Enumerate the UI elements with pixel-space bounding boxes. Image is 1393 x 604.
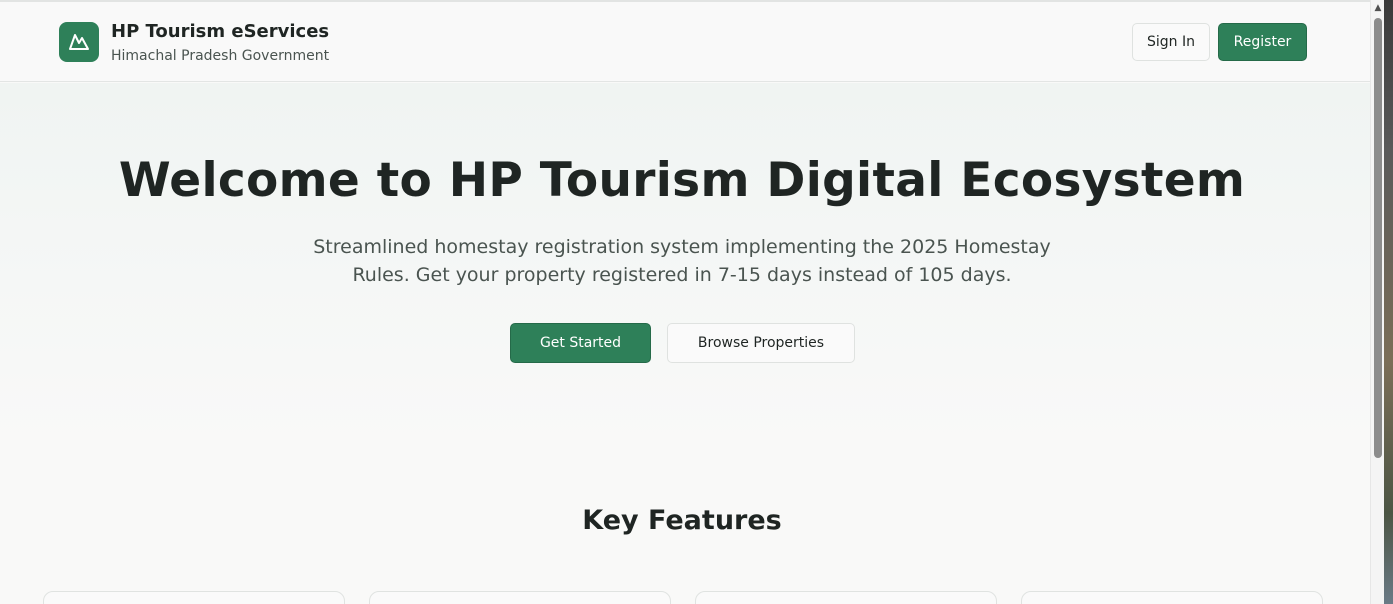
feature-card bbox=[1021, 591, 1323, 604]
background-window-strip bbox=[1384, 0, 1393, 604]
site-header: HP Tourism eServices Himachal Pradesh Go… bbox=[0, 2, 1370, 82]
register-button[interactable]: Register bbox=[1218, 23, 1307, 61]
page-viewport: HP Tourism eServices Himachal Pradesh Go… bbox=[0, 0, 1370, 604]
get-started-button[interactable]: Get Started bbox=[510, 323, 651, 363]
browse-properties-button[interactable]: Browse Properties bbox=[667, 323, 855, 363]
scroll-up-arrow-icon[interactable]: ▲ bbox=[1373, 3, 1383, 13]
hero-title: Welcome to HP Tourism Digital Ecosystem bbox=[118, 153, 1246, 208]
site-subtitle: Himachal Pradesh Government bbox=[111, 48, 330, 64]
feature-card bbox=[43, 591, 345, 604]
site-title: HP Tourism eServices bbox=[111, 21, 330, 42]
hero-description: Streamlined homestay registration system… bbox=[313, 236, 1051, 286]
sign-in-button[interactable]: Sign In bbox=[1132, 23, 1210, 61]
vertical-scrollbar[interactable]: ▲ bbox=[1370, 0, 1384, 604]
hero-section: Welcome to HP Tourism Digital Ecosystem … bbox=[0, 83, 1370, 443]
feature-card bbox=[695, 591, 997, 604]
scrollbar-thumb[interactable] bbox=[1374, 18, 1382, 458]
feature-card bbox=[369, 591, 671, 604]
mountain-icon bbox=[69, 34, 89, 50]
site-logo[interactable] bbox=[59, 22, 99, 62]
features-heading: Key Features bbox=[582, 505, 782, 536]
